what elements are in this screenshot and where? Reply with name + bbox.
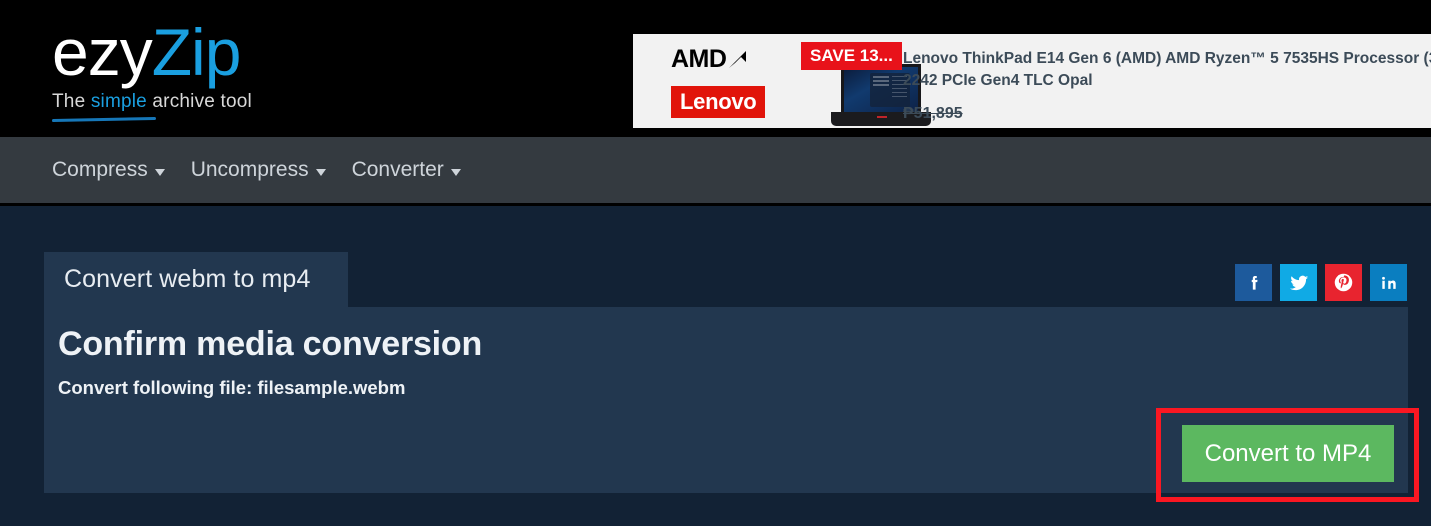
logo-text-ezy: ezy: [52, 15, 153, 89]
tagline-highlight: simple: [90, 91, 147, 112]
conversion-tab[interactable]: Convert webm to mp4: [44, 252, 348, 307]
logo-wordmark: ezyZip: [52, 16, 252, 88]
ad-brand-logos: AMD Lenovo: [671, 44, 801, 118]
conversion-tab-label: Convert webm to mp4: [64, 265, 311, 293]
lenovo-logo: Lenovo: [671, 86, 766, 118]
page-title: Confirm media conversion: [58, 325, 483, 363]
tagline-suffix: archive tool: [146, 91, 252, 112]
facebook-icon: [1244, 273, 1264, 293]
tagline-underline-decoration: [51, 116, 157, 123]
convert-to-mp4-button[interactable]: Convert to MP4: [1182, 425, 1394, 482]
nav-item-uncompress-label: Uncompress: [190, 158, 309, 181]
ad-copy: Lenovo ThinkPad E14 Gen 6 (AMD) AMD Ryze…: [903, 48, 1431, 123]
chevron-down-icon: [315, 168, 326, 176]
nav-item-compress-label: Compress: [52, 158, 148, 181]
nav-item-uncompress[interactable]: Uncompress: [191, 158, 326, 182]
pinterest-share-button[interactable]: [1325, 264, 1362, 301]
ad-original-price: ₱51,895: [903, 105, 963, 122]
chevron-down-icon: [154, 168, 165, 176]
amd-logo: AMD: [671, 44, 801, 74]
advertisement-banner[interactable]: AMD Lenovo Lenovo ThinkPad E14 Gen 6 (AM…: [633, 34, 1431, 128]
ad-title-line-1: Lenovo ThinkPad E14 Gen 6 (AMD) AMD Ryze…: [903, 50, 1431, 67]
twitter-share-button[interactable]: [1280, 264, 1317, 301]
nav-item-converter-label: Converter: [351, 158, 444, 181]
facebook-share-button[interactable]: [1235, 264, 1272, 301]
ad-title-line-2: 2242 PCIe Gen4 TLC Opal: [903, 72, 1093, 89]
nav-item-compress[interactable]: Compress: [52, 158, 165, 182]
page-root: ezyZip The simple archive tool AMD Lenov…: [0, 0, 1431, 526]
amd-logo-text: AMD: [671, 45, 727, 73]
twitter-icon: [1288, 272, 1310, 294]
pinterest-icon: [1333, 272, 1354, 293]
ad-save-badge: SAVE 13...: [801, 42, 902, 70]
nav-items-container: Compress Uncompress Converter: [52, 137, 461, 203]
linkedin-icon: [1379, 273, 1399, 293]
tagline-prefix: The: [52, 91, 91, 112]
logo-tagline: The simple archive tool: [52, 92, 252, 111]
site-logo[interactable]: ezyZip The simple archive tool: [52, 16, 252, 111]
main-navigation-bar: Compress Uncompress Converter: [0, 137, 1431, 203]
linkedin-share-button[interactable]: [1370, 264, 1407, 301]
logo-text-zip: Zip: [151, 15, 242, 89]
nav-item-converter[interactable]: Converter: [352, 158, 461, 182]
site-header: ezyZip The simple archive tool AMD Lenov…: [0, 0, 1431, 137]
social-share-buttons: [1235, 264, 1407, 301]
amd-arrow-icon: [728, 46, 747, 68]
chevron-down-icon: [450, 168, 461, 176]
file-name-text: Convert following file: filesample.webm: [58, 377, 406, 398]
